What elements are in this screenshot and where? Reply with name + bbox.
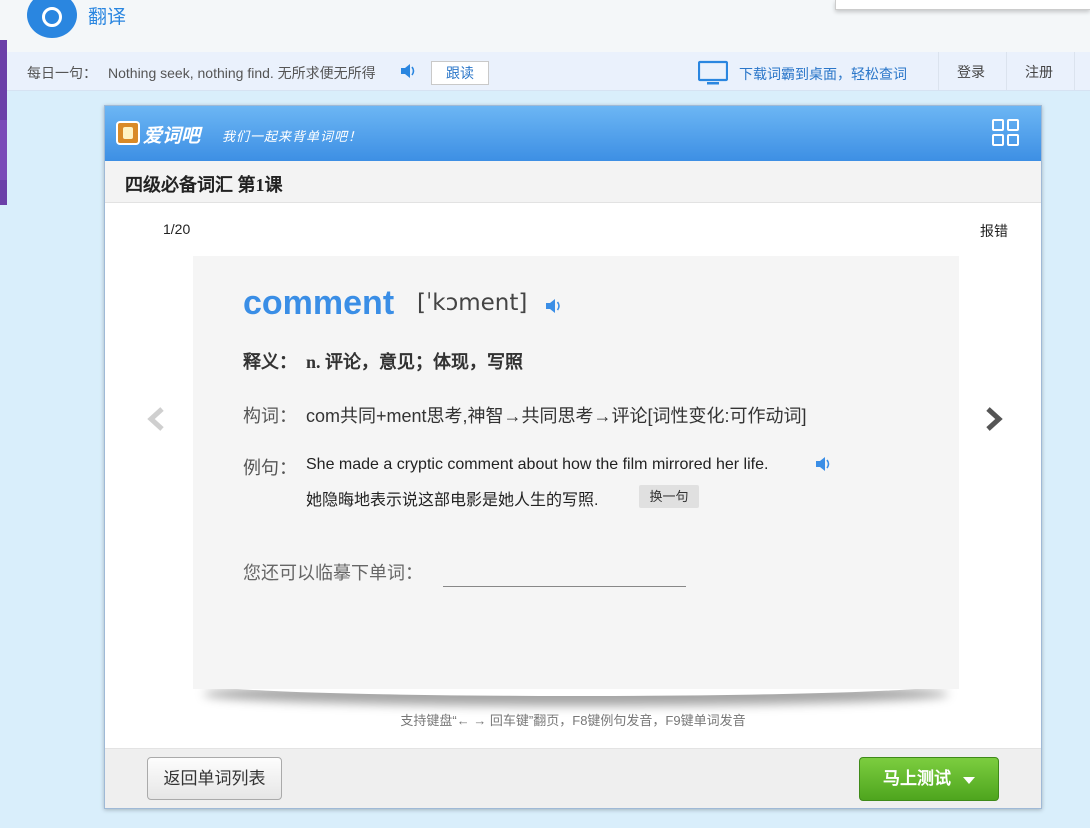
phonetic: [ˈkɔment] — [417, 290, 528, 316]
daily-label: 每日一句： — [27, 65, 97, 81]
report-error-link[interactable]: 报错 — [980, 221, 1008, 241]
swap-sentence-button[interactable]: 换一句 — [639, 485, 699, 508]
example-chinese: 她隐晦地表示说这部电影是她人生的写照. — [306, 492, 599, 509]
follow-read-button[interactable]: 跟读 — [431, 61, 489, 85]
caret-down-icon — [963, 777, 975, 784]
top-bar: 翻译 — [0, 0, 1090, 52]
monitor-icon[interactable] — [698, 60, 728, 86]
word-study-panel: 爱词吧 我们一起来背单词吧！ 四级必备词汇 第1课 1/20 报错 commen… — [104, 105, 1042, 809]
progress-counter: 1/20 — [163, 221, 191, 237]
panel-footer: 返回单词列表 马上测试 — [105, 748, 1041, 808]
divider — [1006, 52, 1007, 90]
app-title[interactable]: 翻译 — [88, 2, 126, 29]
lesson-title: 四级必备词汇 第1课 — [125, 175, 283, 195]
speaker-icon[interactable] — [400, 63, 418, 79]
divider — [1074, 52, 1075, 90]
download-link[interactable]: 下载词霸到桌面，轻松查词 — [739, 64, 907, 84]
copy-word-label: 您还可以临摹下单词： — [243, 563, 423, 583]
divider — [938, 52, 939, 90]
chevron-left-icon[interactable] — [145, 406, 171, 432]
brand-logo-icon — [116, 121, 140, 145]
back-to-list-button[interactable]: 返回单词列表 — [147, 757, 282, 800]
word-card: comment [ˈkɔment] 释义： n. 评论，意见；体现，写照 构词：… — [193, 256, 959, 689]
speaker-icon[interactable] — [815, 456, 833, 472]
definition-text: n. 评论，意见；体现，写照 — [306, 352, 524, 372]
background-page-strip — [0, 120, 7, 180]
panel-header: 爱词吧 我们一起来背单词吧！ — [105, 106, 1041, 161]
chevron-right-icon[interactable] — [979, 406, 1005, 432]
daily-sentence: Nothing seek, nothing find. 无所求便无所得 — [108, 65, 376, 81]
copy-word-input[interactable] — [443, 563, 686, 587]
lesson-bar: 四级必备词汇 第1课 — [105, 161, 1041, 203]
login-link[interactable]: 登录 — [957, 62, 985, 82]
example-english: She made a cryptic comment about how the… — [306, 456, 769, 473]
word-title: comment — [243, 284, 395, 322]
example-label: 例句： — [243, 458, 297, 478]
structure-label: 构词： — [243, 406, 297, 426]
daily-sentence-bar: 每日一句： Nothing seek, nothing find. 无所求便无所… — [0, 52, 1090, 91]
brand-name: 爱词吧 — [143, 126, 201, 147]
app-logo-icon[interactable] — [27, 0, 77, 38]
register-link[interactable]: 注册 — [1025, 62, 1053, 82]
dropdown-popup — [835, 0, 1090, 10]
grid-icon[interactable] — [992, 119, 1020, 147]
start-test-button[interactable]: 马上测试 — [859, 757, 999, 801]
speaker-icon[interactable] — [545, 297, 565, 315]
definition-label: 释义： — [243, 352, 297, 372]
structure-text: com共同+ment思考,神智→共同思考→评论[词性变化:可作动词] — [306, 406, 807, 426]
keyboard-hint: 支持键盘“← → 回车键”翻页，F8键例句发音，F9键单词发音 — [400, 713, 746, 728]
brand-slogan: 我们一起来背单词吧！ — [222, 129, 363, 144]
start-test-label: 马上测试 — [883, 769, 951, 788]
